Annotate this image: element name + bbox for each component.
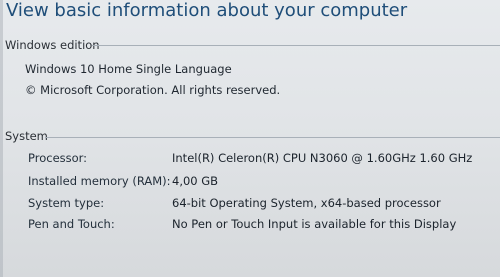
windows-edition-divider: [92, 45, 500, 46]
window-left-border: [0, 0, 3, 277]
page-title: View basic information about your comput…: [6, 0, 408, 21]
copyright-text: © Microsoft Corporation. All rights rese…: [25, 83, 281, 97]
windows-edition-header: Windows edition: [5, 38, 100, 52]
windows-edition-name: Windows 10 Home Single Language: [25, 62, 232, 76]
processor-value: Intel(R) Celeron(R) CPU N3060 @ 1.60GHz …: [172, 151, 473, 165]
system-divider: [45, 137, 500, 138]
pen-and-touch-value: No Pen or Touch Input is available for t…: [172, 217, 457, 231]
system-type-label: System type:: [28, 196, 105, 210]
processor-label: Processor:: [28, 151, 88, 165]
pen-and-touch-label: Pen and Touch:: [28, 217, 115, 231]
installed-memory-label: Installed memory (RAM):: [28, 174, 171, 188]
system-type-value: 64-bit Operating System, x64-based proce…: [172, 196, 441, 210]
installed-memory-value: 4,00 GB: [172, 174, 219, 188]
system-header: System: [5, 129, 48, 143]
